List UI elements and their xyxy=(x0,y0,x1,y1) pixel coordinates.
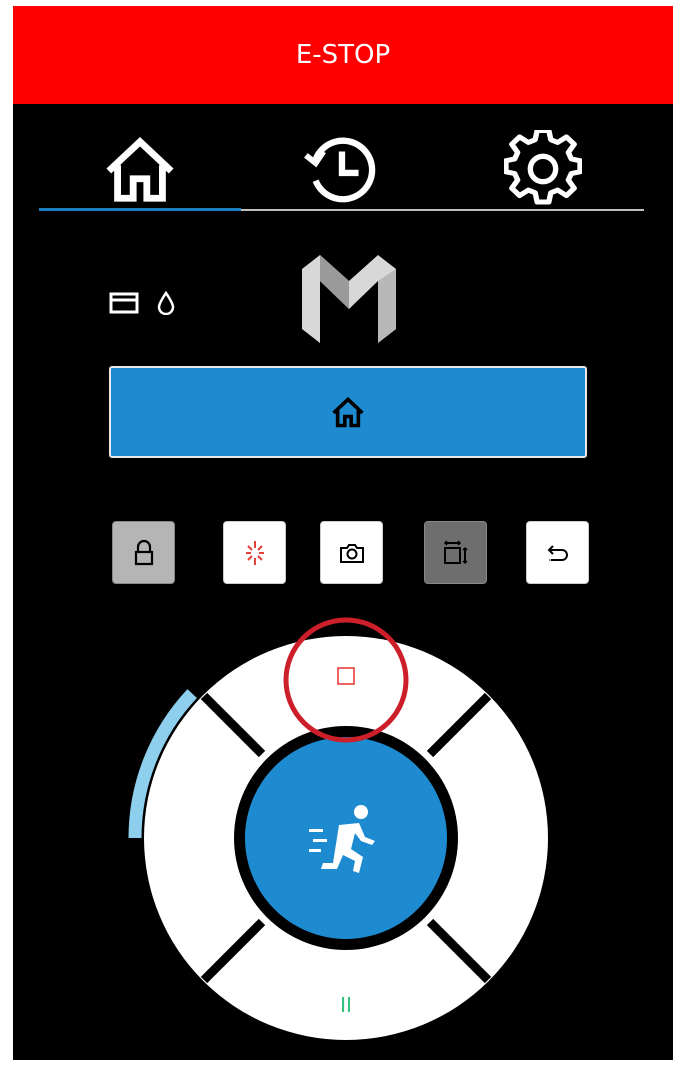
pause-label[interactable]: II xyxy=(340,993,352,1017)
app-window: E-STOP II xyxy=(13,6,673,1060)
jog-wheel: II xyxy=(128,617,548,1040)
